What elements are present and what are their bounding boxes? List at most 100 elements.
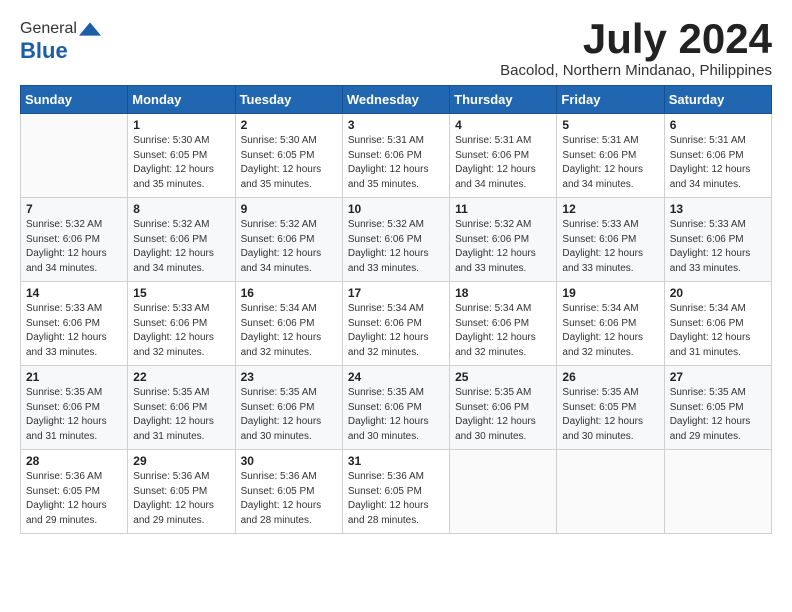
table-row: 30 Sunrise: 5:36 AM Sunset: 6:05 PM Dayli…	[235, 450, 342, 534]
day-number: 1	[133, 118, 229, 132]
day-number: 8	[133, 202, 229, 216]
day-number: 30	[241, 454, 337, 468]
table-row: 23 Sunrise: 5:35 AM Sunset: 6:06 PM Dayli…	[235, 366, 342, 450]
day-number: 24	[348, 370, 444, 384]
table-row: 7 Sunrise: 5:32 AM Sunset: 6:06 PM Daylig…	[21, 198, 128, 282]
day-number: 5	[562, 118, 658, 132]
day-info: Sunrise: 5:32 AM Sunset: 6:06 PM Dayligh…	[348, 218, 444, 276]
page-header: General Blue July 2024 Bacolod, Northern…	[20, 16, 772, 79]
table-row: 13 Sunrise: 5:33 AM Sunset: 6:06 PM Dayli…	[664, 198, 771, 282]
day-info: Sunrise: 5:36 AM Sunset: 6:05 PM Dayligh…	[348, 470, 444, 528]
day-info: Sunrise: 5:35 AM Sunset: 6:06 PM Dayligh…	[26, 386, 122, 444]
day-number: 13	[670, 202, 766, 216]
day-info: Sunrise: 5:33 AM Sunset: 6:06 PM Dayligh…	[670, 218, 766, 276]
day-info: Sunrise: 5:33 AM Sunset: 6:06 PM Dayligh…	[133, 302, 229, 360]
table-row	[450, 450, 557, 534]
day-info: Sunrise: 5:31 AM Sunset: 6:06 PM Dayligh…	[348, 134, 444, 192]
table-row: 21 Sunrise: 5:35 AM Sunset: 6:06 PM Dayli…	[21, 366, 128, 450]
day-number: 3	[348, 118, 444, 132]
day-info: Sunrise: 5:32 AM Sunset: 6:06 PM Dayligh…	[133, 218, 229, 276]
table-row: 18Sunrise: 5:34 AM Sunset: 6:06 PM Dayli…	[450, 282, 557, 366]
day-info: Sunrise: 5:32 AM Sunset: 6:06 PM Dayligh…	[26, 218, 122, 276]
table-row: 14 Sunrise: 5:33 AM Sunset: 6:06 PM Dayli…	[21, 282, 128, 366]
weekday-header-wednesday: Wednesday	[342, 86, 449, 114]
table-row: 22Sunrise: 5:35 AM Sunset: 6:06 PM Dayli…	[128, 366, 235, 450]
day-number: 10	[348, 202, 444, 216]
day-number: 25	[455, 370, 551, 384]
day-number: 2	[241, 118, 337, 132]
day-number: 29	[133, 454, 229, 468]
table-row: 16 Sunrise: 5:34 AM Sunset: 6:06 PM Dayli…	[235, 282, 342, 366]
day-number: 31	[348, 454, 444, 468]
day-info: Sunrise: 5:33 AM Sunset: 6:06 PM Dayligh…	[26, 302, 122, 360]
day-number: 15	[133, 286, 229, 300]
day-number: 17	[348, 286, 444, 300]
day-number: 22	[133, 370, 229, 384]
table-row: 15 Sunrise: 5:33 AM Sunset: 6:06 PM Dayli…	[128, 282, 235, 366]
table-row: 17 Sunrise: 5:34 AM Sunset: 6:06 PM Dayli…	[342, 282, 449, 366]
day-info: Sunrise: 5:35 AM Sunset: 6:06 PM Dayligh…	[241, 386, 337, 444]
day-number: 14	[26, 286, 122, 300]
day-number: 12	[562, 202, 658, 216]
day-number: 20	[670, 286, 766, 300]
day-info: Sunrise: 5:34 AM Sunset: 6:06 PM Dayligh…	[670, 302, 766, 360]
logo-icon	[79, 22, 101, 36]
table-row: 10 Sunrise: 5:32 AM Sunset: 6:06 PM Dayli…	[342, 198, 449, 282]
day-info: Sunrise: 5:34 AM Sunset: 6:06 PM Dayligh…	[562, 302, 658, 360]
title-area: July 2024 Bacolod, Northern Mindanao, Ph…	[500, 16, 772, 79]
table-row: 27Sunrise: 5:35 AM Sunset: 6:05 PM Dayli…	[664, 366, 771, 450]
table-row: 5 Sunrise: 5:31 AM Sunset: 6:06 PM Daylig…	[557, 114, 664, 198]
day-info: Sunrise: 5:34 AM Sunset: 6:06 PM Dayligh…	[348, 302, 444, 360]
day-number: 28	[26, 454, 122, 468]
logo-general-text: General	[20, 20, 77, 38]
day-number: 23	[241, 370, 337, 384]
day-info: Sunrise: 5:30 AM Sunset: 6:05 PM Dayligh…	[133, 134, 229, 192]
day-number: 4	[455, 118, 551, 132]
calendar-table: SundayMondayTuesdayWednesdayThursdayFrid…	[20, 85, 772, 534]
logo-blue-text: Blue	[20, 38, 68, 64]
day-info: Sunrise: 5:36 AM Sunset: 6:05 PM Dayligh…	[133, 470, 229, 528]
day-info: Sunrise: 5:36 AM Sunset: 6:05 PM Dayligh…	[26, 470, 122, 528]
day-number: 6	[670, 118, 766, 132]
day-info: Sunrise: 5:31 AM Sunset: 6:06 PM Dayligh…	[562, 134, 658, 192]
weekday-header-friday: Friday	[557, 86, 664, 114]
day-info: Sunrise: 5:35 AM Sunset: 6:05 PM Dayligh…	[562, 386, 658, 444]
table-row	[557, 450, 664, 534]
table-row: 28 Sunrise: 5:36 AM Sunset: 6:05 PM Dayli…	[21, 450, 128, 534]
table-row	[664, 450, 771, 534]
table-row: 31 Sunrise: 5:36 AM Sunset: 6:05 PM Dayli…	[342, 450, 449, 534]
month-title: July 2024	[500, 16, 772, 62]
day-info: Sunrise: 5:34 AM Sunset: 6:06 PM Dayligh…	[241, 302, 337, 360]
table-row: 29 Sunrise: 5:36 AM Sunset: 6:05 PM Dayli…	[128, 450, 235, 534]
location-subtitle: Bacolod, Northern Mindanao, Philippines	[500, 62, 772, 79]
day-info: Sunrise: 5:36 AM Sunset: 6:05 PM Dayligh…	[241, 470, 337, 528]
day-number: 18	[455, 286, 551, 300]
weekday-header-tuesday: Tuesday	[235, 86, 342, 114]
table-row: 24 Sunrise: 5:35 AM Sunset: 6:06 PM Dayli…	[342, 366, 449, 450]
table-row: 3 Sunrise: 5:31 AM Sunset: 6:06 PM Daylig…	[342, 114, 449, 198]
day-number: 7	[26, 202, 122, 216]
day-info: Sunrise: 5:35 AM Sunset: 6:06 PM Dayligh…	[455, 386, 551, 444]
logo: General Blue	[20, 20, 101, 64]
day-info: Sunrise: 5:31 AM Sunset: 6:06 PM Dayligh…	[670, 134, 766, 192]
weekday-header-thursday: Thursday	[450, 86, 557, 114]
table-row: 11Sunrise: 5:32 AM Sunset: 6:06 PM Dayli…	[450, 198, 557, 282]
table-row: 1 Sunrise: 5:30 AM Sunset: 6:05 PM Daylig…	[128, 114, 235, 198]
weekday-header-sunday: Sunday	[21, 86, 128, 114]
table-row: 4 Sunrise: 5:31 AM Sunset: 6:06 PM Daylig…	[450, 114, 557, 198]
table-row: 26 Sunrise: 5:35 AM Sunset: 6:05 PM Dayli…	[557, 366, 664, 450]
day-number: 11	[455, 202, 551, 216]
day-info: Sunrise: 5:30 AM Sunset: 6:05 PM Dayligh…	[241, 134, 337, 192]
day-number: 26	[562, 370, 658, 384]
weekday-header-saturday: Saturday	[664, 86, 771, 114]
day-number: 21	[26, 370, 122, 384]
day-info: Sunrise: 5:35 AM Sunset: 6:06 PM Dayligh…	[348, 386, 444, 444]
day-number: 19	[562, 286, 658, 300]
table-row: 25 Sunrise: 5:35 AM Sunset: 6:06 PM Dayli…	[450, 366, 557, 450]
day-number: 9	[241, 202, 337, 216]
day-info: Sunrise: 5:33 AM Sunset: 6:06 PM Dayligh…	[562, 218, 658, 276]
day-number: 16	[241, 286, 337, 300]
day-info: Sunrise: 5:35 AM Sunset: 6:05 PM Dayligh…	[670, 386, 766, 444]
day-info: Sunrise: 5:31 AM Sunset: 6:06 PM Dayligh…	[455, 134, 551, 192]
table-row: 6 Sunrise: 5:31 AM Sunset: 6:06 PM Daylig…	[664, 114, 771, 198]
